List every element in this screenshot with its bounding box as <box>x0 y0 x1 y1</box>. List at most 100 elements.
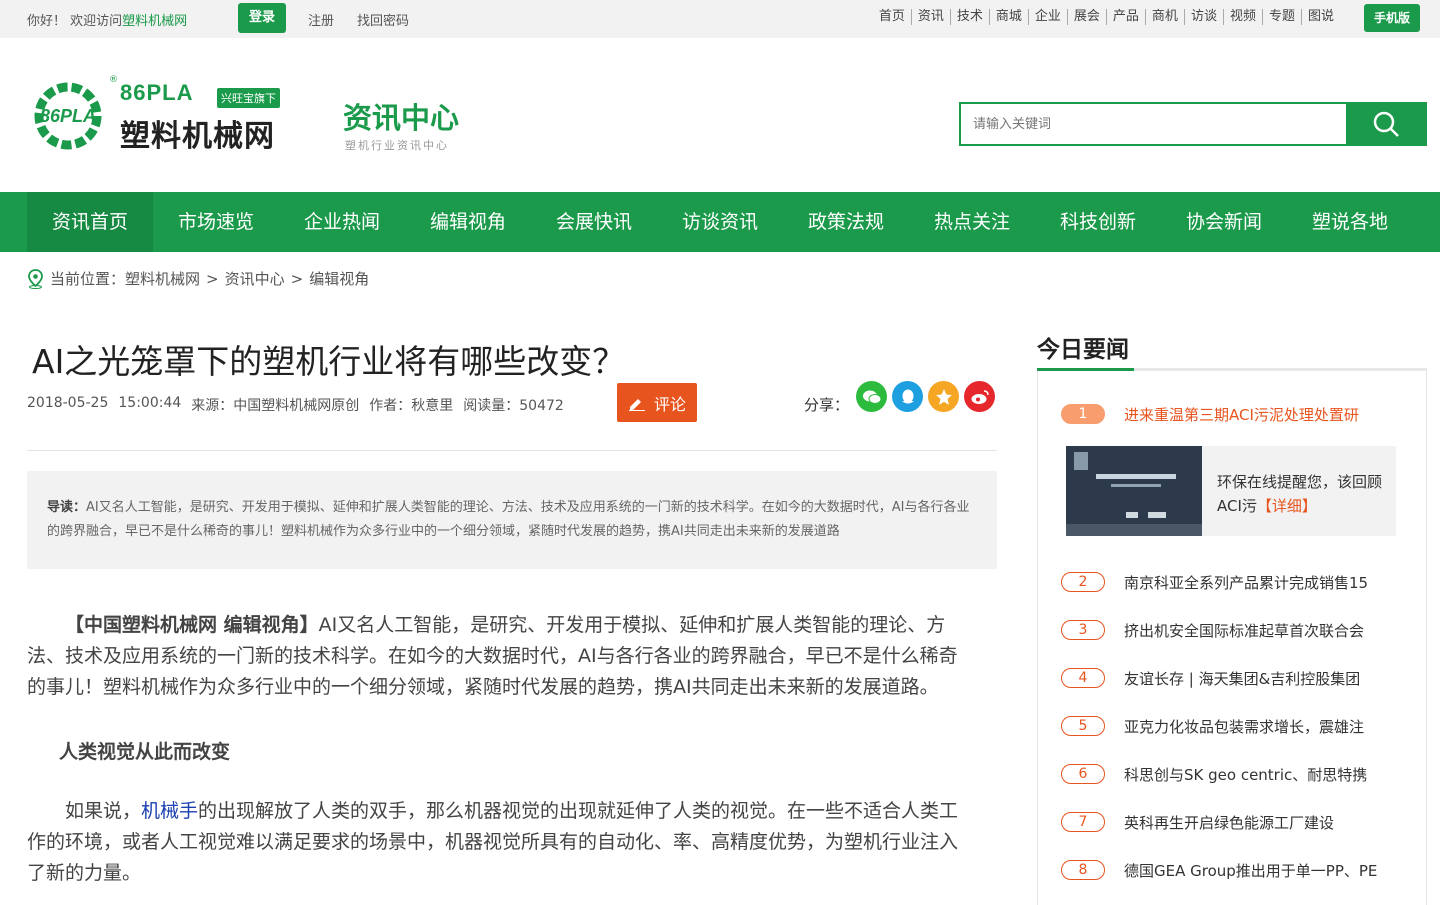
qq-share-icon[interactable] <box>892 381 923 412</box>
nav-policy[interactable]: 政策法规 <box>783 192 909 252</box>
top-nav-picture[interactable]: 图说 <box>1300 9 1340 25</box>
nav-market[interactable]: 市场速览 <box>153 192 279 252</box>
search-icon <box>1373 111 1399 137</box>
breadcrumb: 当前位置： 塑料机械网 > 资讯中心 > 编辑视角 <box>27 268 369 289</box>
article-lead: 导读：AI又名人工智能，是研究、开发用于模拟、延伸和扩展人类智能的理论、方法、技… <box>27 471 997 569</box>
login-button[interactable]: 登录 <box>238 3 286 33</box>
meta-divider <box>27 450 997 451</box>
nav-expo-news[interactable]: 会展快讯 <box>531 192 657 252</box>
sidebar-title: 今日要闻 <box>1037 337 1129 363</box>
top-nav-mall[interactable]: 商城 <box>988 9 1028 25</box>
top-nav-tech[interactable]: 技术 <box>949 9 989 25</box>
recover-password-link[interactable]: 找回密码 <box>357 10 409 29</box>
wechat-icon <box>862 390 881 404</box>
article-reads: 阅读量：50472 <box>463 398 564 414</box>
nav-company-news[interactable]: 企业热闻 <box>279 192 405 252</box>
article-date: 2018-05-25 <box>27 395 109 411</box>
rank-badge: 8 <box>1061 860 1105 880</box>
weibo-icon <box>971 389 989 404</box>
p2-keyword-link[interactable]: 机械手 <box>141 800 198 822</box>
headline-item[interactable]: 2 南京科亚全系列产品累计完成销售15 <box>1061 570 1401 594</box>
wechat-share-icon[interactable] <box>856 381 887 412</box>
nav-hot[interactable]: 热点关注 <box>909 192 1035 252</box>
pencil-icon <box>628 398 645 411</box>
headline-text: 德国GEA Group推出用于单一PP、PE <box>1124 861 1378 880</box>
main-nav: 资讯首页 市场速览 企业热闻 编辑视角 会展快讯 访谈资讯 政策法规 热点关注 … <box>0 192 1440 252</box>
top-nav-topic[interactable]: 专题 <box>1261 9 1301 25</box>
nav-tech-innovation[interactable]: 科技创新 <box>1035 192 1161 252</box>
share-label: 分享： <box>804 396 850 414</box>
headline-item[interactable]: 8 德国GEA Group推出用于单一PP、PE <box>1061 858 1401 882</box>
headline-text: 挤出机安全国际标准起草首次联合会 <box>1124 621 1365 640</box>
breadcrumb-separator: > <box>290 269 304 288</box>
nav-editor-view[interactable]: 编辑视角 <box>405 192 531 252</box>
article-author: 作者：秋意里 <box>369 398 454 414</box>
gear-logo-icon: 86PLA <box>34 82 102 150</box>
headline-item[interactable]: 6 科思创与SK geo centric、耐思特携 <box>1061 762 1401 786</box>
headline-text: 英科再生开启绿色能源工厂建设 <box>1124 813 1335 832</box>
featured-headline[interactable]: 环保在线提醒您，该回顾ACI污【详细】 <box>1066 446 1396 536</box>
headline-text: 亚克力化妆品包装需求增长，震雄注 <box>1124 717 1365 736</box>
weibo-share-icon[interactable] <box>964 381 995 412</box>
nav-association[interactable]: 协会新闻 <box>1161 192 1287 252</box>
article-subheading: 人类视觉从此而改变 <box>59 741 231 763</box>
rank-badge: 4 <box>1061 668 1105 688</box>
top-nav-product[interactable]: 产品 <box>1105 9 1145 25</box>
search-input[interactable] <box>961 104 1346 144</box>
site-link[interactable]: 塑料机械网 <box>122 14 187 29</box>
headline-item[interactable]: 7 英科再生开启绿色能源工厂建设 <box>1061 810 1401 834</box>
headline-item[interactable]: 5 亚克力化妆品包装需求增长，震雄注 <box>1061 714 1401 738</box>
logo-registered-mark: ® <box>109 75 118 85</box>
breadcrumb-item-home[interactable]: 塑料机械网 <box>125 268 200 289</box>
lead-text: AI又名人工智能，是研究、开发用于模拟、延伸和扩展人类智能的理论、方法、技术及应… <box>47 500 970 539</box>
greeting: 你好！ 欢迎访问塑料机械网 <box>27 10 187 29</box>
top-bar: 你好！ 欢迎访问塑料机械网 登录 注册 找回密码 首页 资讯 技术 商城 企业 … <box>0 0 1440 38</box>
p2-start: 如果说， <box>65 800 142 822</box>
top-nav-video[interactable]: 视频 <box>1222 9 1262 25</box>
headline-text: 友谊长存 | 海天集团&吉利控股集团 <box>1124 669 1361 688</box>
rank-badge: 5 <box>1061 716 1105 736</box>
headline-text: 南京科亚全系列产品累计完成销售15 <box>1124 573 1369 592</box>
headline-text: 进来重温第三期ACI污泥处理处置研 <box>1124 405 1359 424</box>
p1-keyword-link[interactable]: 塑料机械 <box>122 614 198 636</box>
rank-badge: 1 <box>1061 404 1105 424</box>
top-nav-news[interactable]: 资讯 <box>910 9 950 25</box>
article-source: 来源：中国塑料机械网原创 <box>191 398 360 414</box>
logo-brand: 86PLA <box>120 80 194 105</box>
nav-news-home[interactable]: 资讯首页 <box>27 192 153 252</box>
breadcrumb-item-editor[interactable]: 编辑视角 <box>309 268 369 289</box>
star-icon <box>935 388 952 405</box>
top-nav-business[interactable]: 商机 <box>1144 9 1184 25</box>
article-paragraph-1: 【中国塑料机械网 编辑视角】AI又名人工智能，是研究、开发用于模拟、延伸和扩展人… <box>27 610 962 703</box>
breadcrumb-item-news[interactable]: 资讯中心 <box>225 268 285 289</box>
logo-name: 塑料机械网 <box>120 119 275 154</box>
top-nav-expo[interactable]: 展会 <box>1066 9 1106 25</box>
article-paragraph-2: 如果说，机械手的出现解放了人类的双手，那么机器视觉的出现就延伸了人类的视觉。在一… <box>27 796 962 889</box>
nav-interview[interactable]: 访谈资讯 <box>657 192 783 252</box>
top-nav: 首页 资讯 技术 商城 企业 展会 产品 商机 访谈 视频 专题 图说 <box>873 9 1340 25</box>
register-link[interactable]: 注册 <box>308 10 334 29</box>
headline-text: 科思创与SK geo centric、耐思特携 <box>1124 765 1368 784</box>
top-nav-home[interactable]: 首页 <box>873 9 911 25</box>
top-nav-company[interactable]: 企业 <box>1027 9 1067 25</box>
top-nav-interview[interactable]: 访谈 <box>1183 9 1223 25</box>
headline-item[interactable]: 4 友谊长存 | 海天集团&吉利控股集团 <box>1061 666 1401 690</box>
headline-item[interactable]: 3 挤出机安全国际标准起草首次联合会 <box>1061 618 1401 642</box>
rank-badge: 6 <box>1061 764 1105 784</box>
comment-button[interactable]: 评论 <box>617 383 697 422</box>
site-logo[interactable]: 86PLA ® 86PLA 兴旺宝旗下 塑料机械网 <box>27 75 297 155</box>
nav-regions[interactable]: 塑说各地 <box>1287 192 1413 252</box>
p1-bracket-open: 【中国 <box>65 614 123 636</box>
logo-tag: 兴旺宝旗下 <box>217 88 280 108</box>
search-box <box>959 102 1427 146</box>
mobile-version-button[interactable]: 手机版 <box>1364 4 1420 32</box>
qzone-share-icon[interactable] <box>928 381 959 412</box>
featured-more-link[interactable]: 【详细】 <box>1257 497 1317 515</box>
featured-text: 环保在线提醒您，该回顾ACI污【详细】 <box>1217 470 1387 518</box>
lead-label: 导读： <box>47 500 87 515</box>
featured-image <box>1066 446 1202 536</box>
qq-icon <box>901 389 914 403</box>
search-button[interactable] <box>1346 104 1425 144</box>
article-title: AI之光笼罩下的塑机行业将有哪些改变？ <box>32 342 626 381</box>
headline-item[interactable]: 1 进来重温第三期ACI污泥处理处置研 <box>1061 402 1401 426</box>
